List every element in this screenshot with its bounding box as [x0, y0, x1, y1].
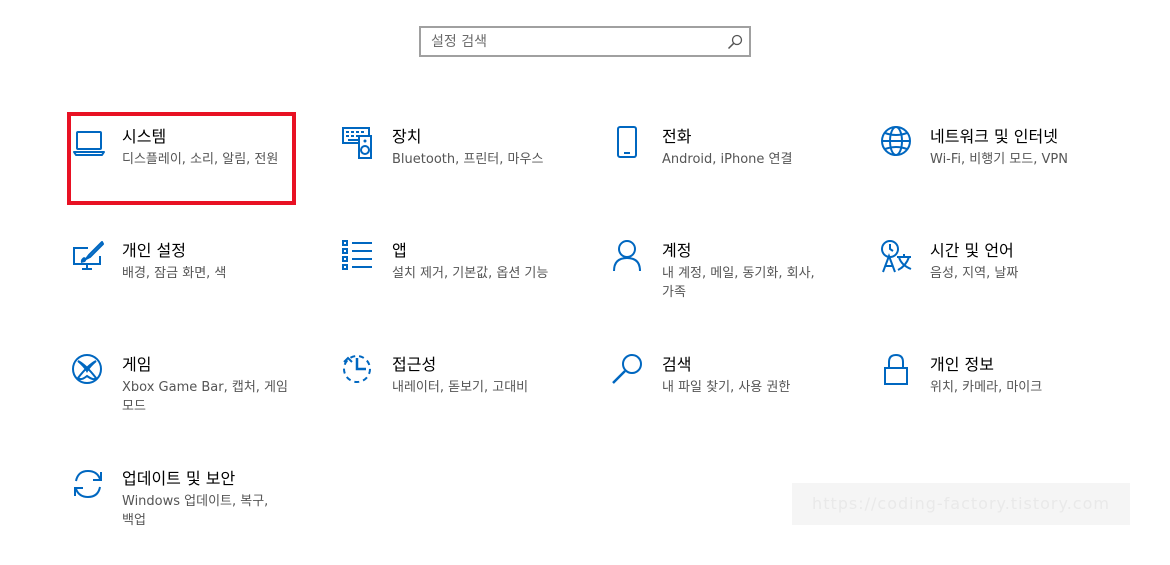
- tile-title: 검색: [662, 355, 692, 374]
- tile-title: 네트워크 및 인터넷: [930, 127, 1058, 146]
- search-icon[interactable]: [727, 34, 743, 50]
- xbox-icon: [72, 354, 108, 390]
- tile-title: 계정: [662, 241, 692, 260]
- tile-description: Windows 업데이트, 복구, 백업: [122, 494, 269, 528]
- tile-title: 게임: [122, 355, 152, 374]
- settings-home: 시스템 디스플레이, 소리, 알림, 전원 장치 Bluetooth, 프린터,…: [0, 0, 1170, 565]
- magnifier-icon: [612, 354, 648, 390]
- tile-search[interactable]: 검색 내 파일 찾기, 사용 권한: [612, 354, 852, 444]
- tile-description: Xbox Game Bar, 캡처, 게임 모드: [122, 380, 288, 414]
- globe-icon: [880, 126, 916, 162]
- tile-description: Android, iPhone 연결: [662, 152, 793, 167]
- search-box[interactable]: [419, 26, 751, 57]
- tile-title: 시간 및 언어: [930, 241, 1014, 260]
- ease-of-access-icon: [342, 354, 378, 390]
- lock-icon: [880, 354, 916, 390]
- tile-devices[interactable]: 장치 Bluetooth, 프린터, 마우스: [342, 126, 582, 216]
- apps-list-icon: [342, 240, 378, 276]
- paint-monitor-icon: [72, 240, 108, 276]
- search-input[interactable]: [421, 28, 731, 55]
- tile-title: 업데이트 및 보안: [122, 469, 236, 488]
- tile-title: 개인 정보: [930, 355, 994, 374]
- tile-title: 전화: [662, 127, 692, 146]
- tile-phone[interactable]: 전화 Android, iPhone 연결: [612, 126, 852, 216]
- tile-title: 접근성: [392, 355, 437, 374]
- tile-description: 설치 제거, 기본값, 옵션 기능: [392, 266, 549, 281]
- tile-apps[interactable]: 앱 설치 제거, 기본값, 옵션 기능: [342, 240, 582, 330]
- watermark: https://coding-factory.tistory.com: [792, 483, 1130, 525]
- tile-description: Wi-Fi, 비행기 모드, VPN: [930, 152, 1068, 167]
- sync-icon: [72, 468, 108, 504]
- highlight-box: [67, 112, 296, 205]
- tile-personalization[interactable]: 개인 설정 배경, 잠금 화면, 색: [72, 240, 312, 330]
- tile-title: 장치: [392, 127, 422, 146]
- tile-description: 위치, 카메라, 마이크: [930, 380, 1043, 395]
- tile-title: 개인 설정: [122, 241, 186, 260]
- tile-description: Bluetooth, 프린터, 마우스: [392, 152, 544, 167]
- tile-network[interactable]: 네트워크 및 인터넷 Wi-Fi, 비행기 모드, VPN: [880, 126, 1120, 216]
- tile-gaming[interactable]: 게임 Xbox Game Bar, 캡처, 게임 모드: [72, 354, 312, 444]
- tile-accounts[interactable]: 계정 내 계정, 메일, 동기화, 회사, 가족: [612, 240, 852, 330]
- tile-privacy[interactable]: 개인 정보 위치, 카메라, 마이크: [880, 354, 1120, 444]
- tile-title: 앱: [392, 241, 407, 260]
- tile-ease-of-access[interactable]: 접근성 내레이터, 돋보기, 고대비: [342, 354, 582, 444]
- tile-description: 내 파일 찾기, 사용 권한: [662, 380, 791, 395]
- tile-update-security[interactable]: 업데이트 및 보안 Windows 업데이트, 복구, 백업: [72, 468, 312, 558]
- time-language-icon: [880, 240, 916, 276]
- tile-description: 내 계정, 메일, 동기화, 회사, 가족: [662, 266, 815, 300]
- phone-icon: [612, 126, 648, 162]
- tile-time-language[interactable]: 시간 및 언어 음성, 지역, 날짜: [880, 240, 1120, 330]
- tile-description: 내레이터, 돋보기, 고대비: [392, 380, 529, 395]
- person-icon: [612, 240, 648, 276]
- tile-description: 배경, 잠금 화면, 색: [122, 266, 227, 281]
- tile-description: 음성, 지역, 날짜: [930, 266, 1019, 281]
- keyboard-speaker-icon: [342, 126, 378, 162]
